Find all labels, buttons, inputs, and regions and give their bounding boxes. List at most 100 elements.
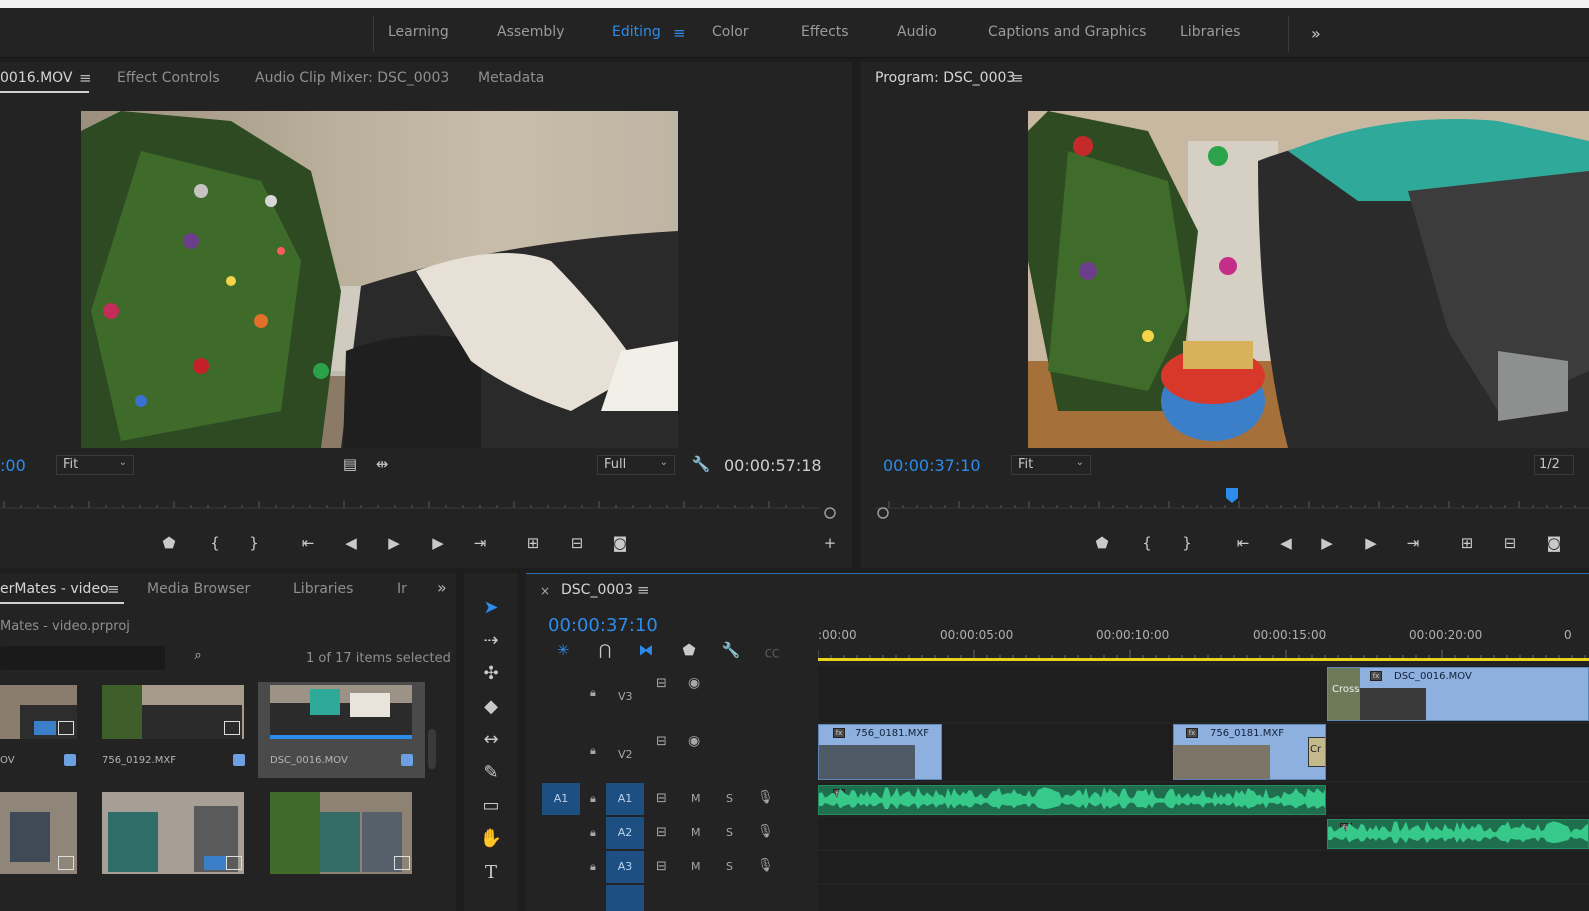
- clip-v2-756-0181-a[interactable]: fx 756_0181.MXF: [818, 724, 942, 780]
- program-timecode[interactable]: 00:00:37:10: [883, 456, 981, 475]
- mark-in-icon[interactable]: {: [204, 534, 226, 552]
- tab-project[interactable]: erMates - video: [0, 581, 109, 597]
- track-a1[interactable]: fx: [818, 783, 1589, 815]
- add-button-icon[interactable]: +: [819, 534, 841, 552]
- double-chevron-right-icon[interactable]: »: [437, 578, 447, 597]
- track-label-a1[interactable]: A1: [606, 783, 644, 815]
- microphone-icon[interactable]: 🎙︎: [757, 790, 774, 805]
- overwrite-icon[interactable]: ⊟: [566, 534, 588, 552]
- hamburger-icon[interactable]: ≡: [673, 24, 686, 42]
- sync-lock-icon[interactable]: ⊟: [656, 825, 667, 840]
- go-to-in-icon[interactable]: ⇤: [1232, 534, 1254, 552]
- lock-icon[interactable]: 🔒︎: [590, 792, 596, 806]
- program-fit-dropdown[interactable]: Fit ⌄: [1011, 455, 1091, 475]
- track-select-tool-icon[interactable]: ⇢: [478, 628, 504, 654]
- track-label-a4[interactable]: [606, 885, 644, 911]
- eye-icon[interactable]: ◉: [688, 675, 700, 691]
- media-thumbnail[interactable]: [0, 685, 77, 739]
- media-thumbnail[interactable]: [270, 685, 412, 739]
- search-input[interactable]: [0, 646, 165, 670]
- tab-media-browser[interactable]: Media Browser: [147, 581, 250, 597]
- lock-icon[interactable]: 🔒︎: [590, 686, 596, 700]
- label-color-swatch[interactable]: [401, 754, 413, 766]
- nest-icon[interactable]: ✳: [552, 641, 574, 659]
- workspace-captions-graphics[interactable]: Captions and Graphics: [988, 24, 1146, 40]
- workspace-audio[interactable]: Audio: [897, 24, 937, 40]
- solo-button[interactable]: S: [726, 792, 733, 805]
- panel-menu-icon[interactable]: ≡: [637, 581, 650, 599]
- sync-lock-icon[interactable]: ⊟: [656, 676, 667, 691]
- source-time-ruler[interactable]: [0, 492, 840, 522]
- panel-menu-icon[interactable]: ≡: [79, 69, 92, 87]
- media-thumbnail[interactable]: [102, 685, 244, 739]
- program-time-ruler[interactable]: [861, 484, 1589, 524]
- linked-selection-icon[interactable]: ⧓: [635, 641, 657, 659]
- play-icon[interactable]: ▶: [1316, 534, 1338, 552]
- clip-v3-dsc0016[interactable]: Cross fx DSC_0016.MOV: [1327, 667, 1589, 721]
- workspace-color[interactable]: Color: [712, 24, 749, 40]
- mute-button[interactable]: M: [691, 860, 701, 873]
- solo-button[interactable]: S: [726, 826, 733, 839]
- track-v2[interactable]: fx 756_0181.MXF fx 756_0181.MXF Cr: [818, 724, 1589, 781]
- track-label-v3[interactable]: V3: [618, 690, 633, 703]
- sync-lock-icon[interactable]: ⊟: [656, 734, 667, 749]
- tab-libraries[interactable]: Libraries: [293, 581, 353, 597]
- workspace-editing[interactable]: Editing: [612, 24, 661, 40]
- step-forward-icon[interactable]: ▶: [1360, 534, 1382, 552]
- double-chevron-right-icon[interactable]: »: [1311, 24, 1321, 43]
- go-to-out-icon[interactable]: ⇥: [469, 534, 491, 552]
- rectangle-tool-icon[interactable]: ▭: [478, 793, 504, 819]
- transition-block[interactable]: Cr: [1308, 737, 1325, 767]
- source-fit-dropdown[interactable]: Fit ⌄: [56, 455, 134, 475]
- program-resolution-dropdown[interactable]: 1/2: [1534, 455, 1574, 475]
- tab-info[interactable]: Ir: [397, 581, 407, 597]
- type-tool-icon[interactable]: T: [478, 860, 504, 886]
- razor-tool-icon[interactable]: ◆: [478, 694, 504, 720]
- mute-button[interactable]: M: [691, 792, 701, 805]
- pen-tool-icon[interactable]: ✎: [478, 760, 504, 786]
- lock-icon[interactable]: 🔒︎: [590, 826, 596, 840]
- hand-tool-icon[interactable]: ✋: [478, 826, 504, 852]
- add-marker-icon[interactable]: ⬟: [158, 534, 180, 552]
- go-to-in-icon[interactable]: ⇤: [297, 534, 319, 552]
- transition-block[interactable]: Cross: [1328, 668, 1360, 720]
- workspace-effects[interactable]: Effects: [801, 24, 849, 40]
- solo-button[interactable]: S: [726, 860, 733, 873]
- add-marker-icon[interactable]: ⬟: [678, 641, 700, 659]
- microphone-icon[interactable]: 🎙︎: [757, 824, 774, 839]
- microphone-icon[interactable]: 🎙︎: [757, 858, 774, 873]
- step-back-icon[interactable]: ◀: [340, 534, 362, 552]
- ripple-edit-tool-icon[interactable]: ✣: [478, 661, 504, 687]
- step-back-icon[interactable]: ◀: [1275, 534, 1297, 552]
- panel-menu-icon[interactable]: ≡: [1011, 69, 1024, 87]
- track-v3[interactable]: Cross fx DSC_0016.MOV: [818, 666, 1589, 722]
- sequence-tab[interactable]: DSC_0003: [561, 582, 633, 598]
- step-forward-icon[interactable]: ▶: [427, 534, 449, 552]
- camera-icon[interactable]: ◙: [609, 534, 631, 552]
- label-color-swatch[interactable]: [233, 754, 245, 766]
- tab-metadata[interactable]: Metadata: [478, 70, 544, 86]
- source-resolution-dropdown[interactable]: Full ⌄: [597, 455, 675, 475]
- mute-button[interactable]: M: [691, 826, 701, 839]
- go-to-out-icon[interactable]: ⇥: [1402, 534, 1424, 552]
- drag-audio-icon[interactable]: ⇹: [371, 455, 393, 473]
- source-patch-a1[interactable]: A1: [542, 783, 580, 815]
- timeline-timecode[interactable]: 00:00:37:10: [548, 615, 658, 636]
- mark-in-icon[interactable]: {: [1136, 534, 1158, 552]
- clip-a2-audio[interactable]: fx: [1327, 819, 1589, 849]
- sync-lock-icon[interactable]: ⊟: [656, 791, 667, 806]
- insert-icon[interactable]: ⊞: [522, 534, 544, 552]
- panel-menu-icon[interactable]: ≡: [107, 580, 120, 598]
- mark-out-icon[interactable]: }: [243, 534, 265, 552]
- mark-out-icon[interactable]: }: [1176, 534, 1198, 552]
- sync-lock-icon[interactable]: ⊟: [656, 859, 667, 874]
- track-label-v2[interactable]: V2: [618, 748, 633, 761]
- media-thumbnail[interactable]: [0, 792, 77, 874]
- selection-tool-icon[interactable]: ➤: [478, 595, 504, 621]
- lock-icon[interactable]: 🔒︎: [590, 860, 596, 874]
- source-timecode-in[interactable]: :00: [0, 456, 26, 475]
- workspace-learning[interactable]: Learning: [388, 24, 449, 40]
- track-a3[interactable]: [818, 851, 1589, 883]
- tab-audio-clip-mixer[interactable]: Audio Clip Mixer: DSC_0003: [255, 70, 449, 86]
- camera-icon[interactable]: ◙: [1543, 534, 1565, 552]
